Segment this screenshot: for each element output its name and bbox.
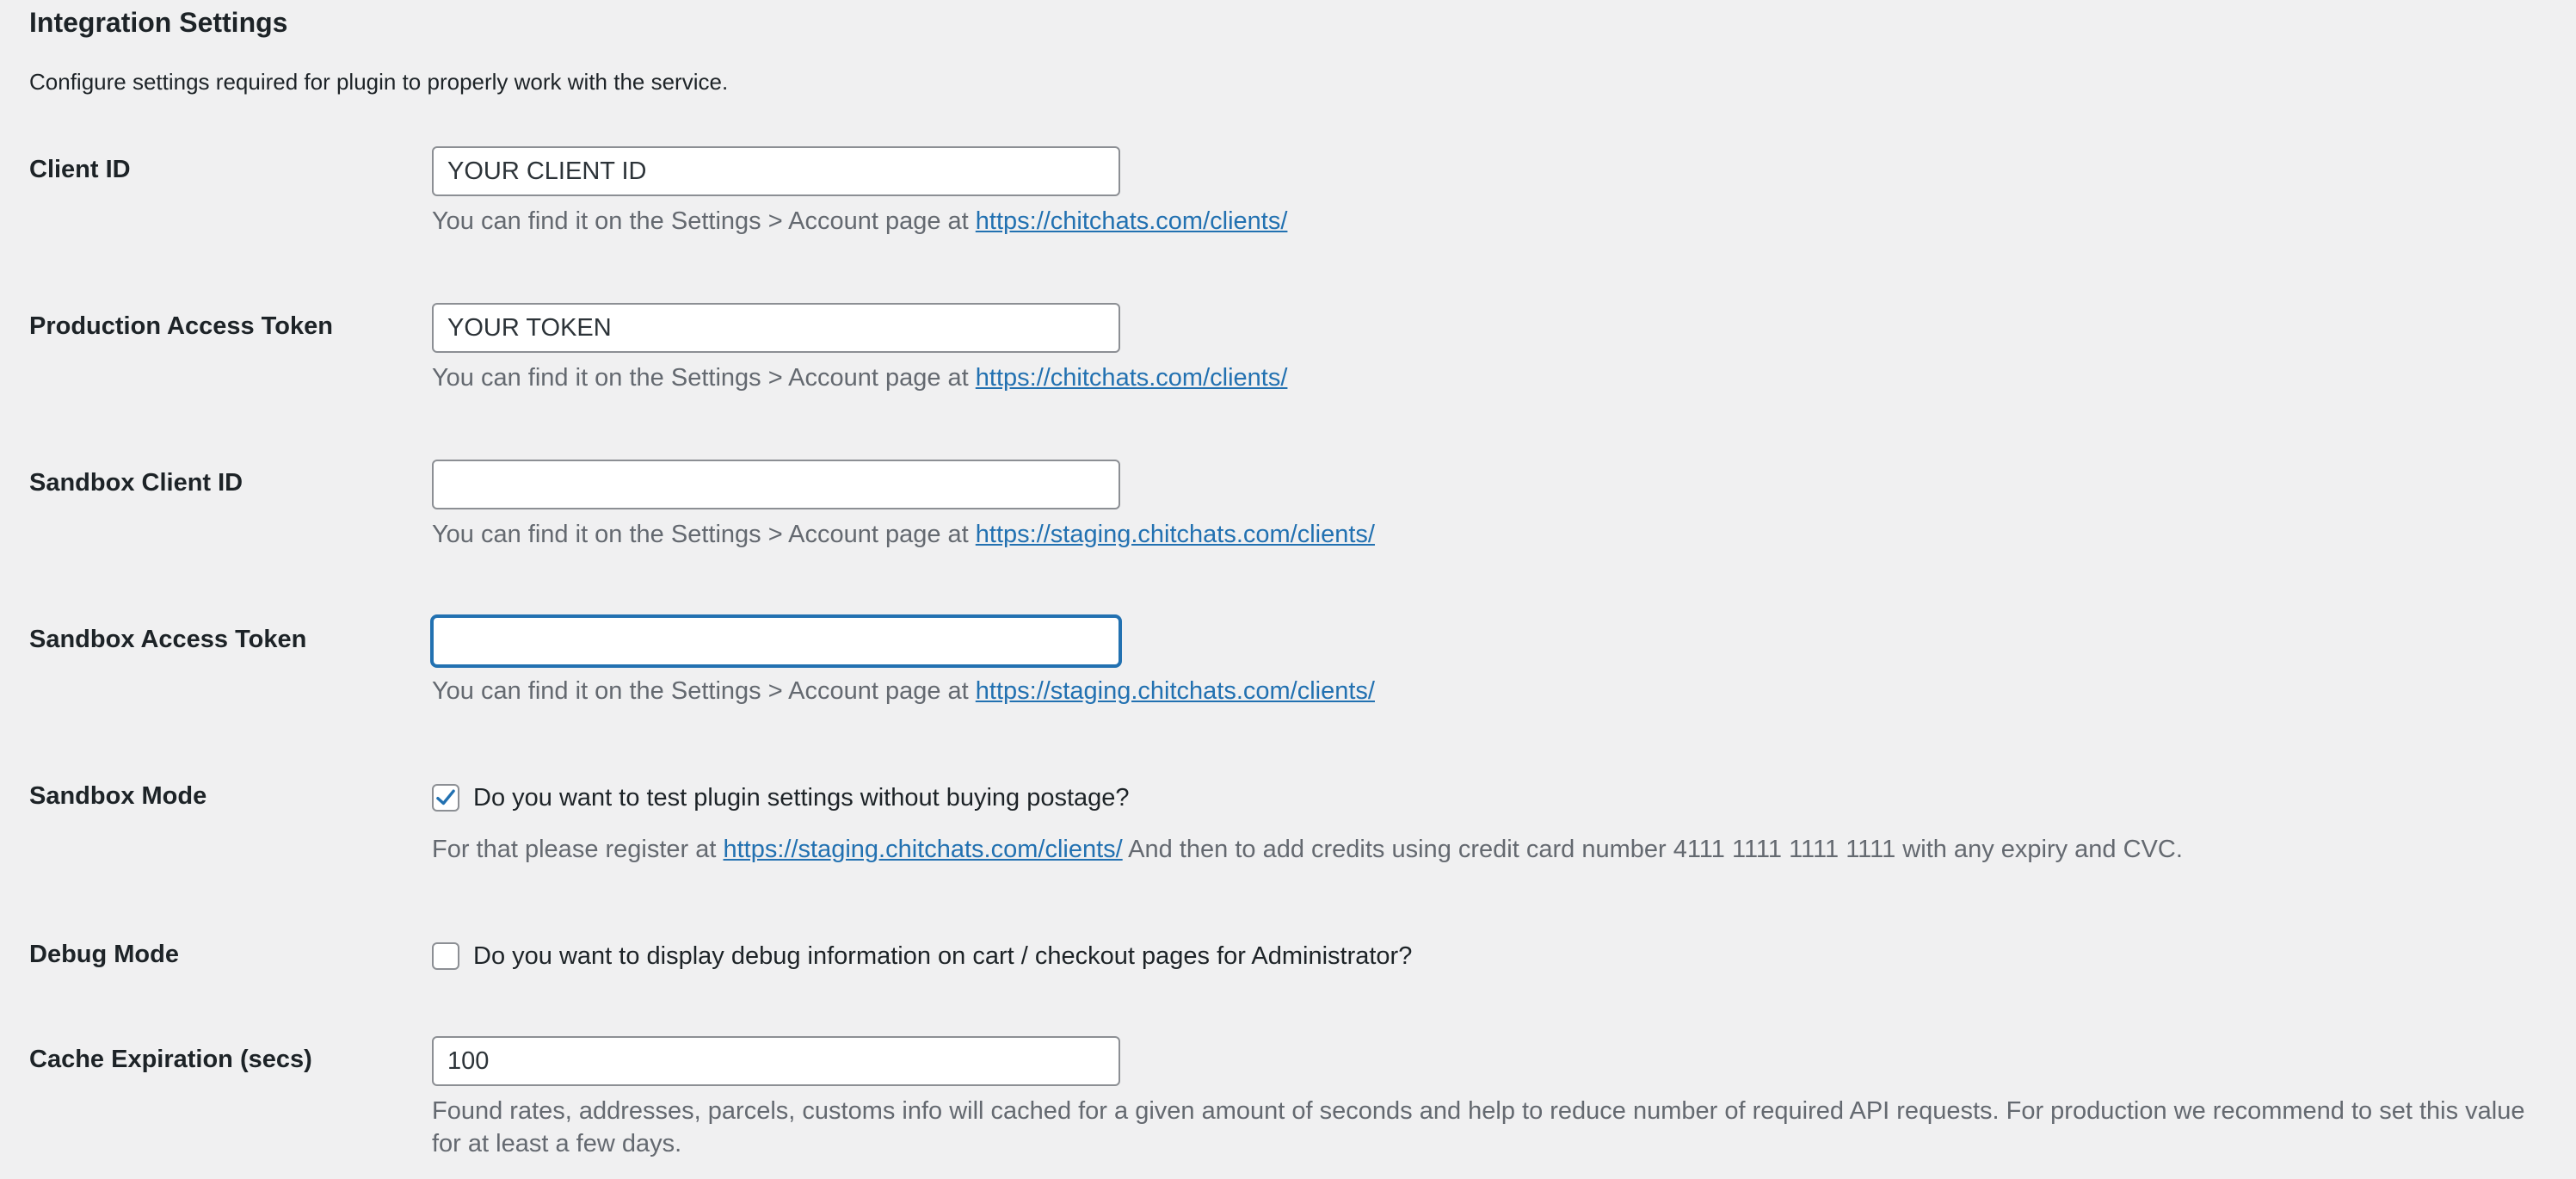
- sandbox-token-help-link[interactable]: https://staging.chitchats.com/clients/: [976, 677, 1375, 705]
- sandbox-mode-checkbox-label[interactable]: Do you want to test plugin settings with…: [473, 781, 1130, 814]
- cache-expiration-help: Found rates, addresses, parcels, customs…: [432, 1097, 2525, 1157]
- debug-mode-checkbox[interactable]: [432, 942, 459, 970]
- sandbox-token-label: Sandbox Access Token: [29, 626, 307, 653]
- sandbox-token-help-text: You can find it on the Settings > Accoun…: [432, 677, 976, 705]
- production-token-input[interactable]: [432, 303, 1120, 353]
- production-token-help: You can find it on the Settings > Accoun…: [432, 361, 1287, 394]
- client-id-help: You can find it on the Settings > Accoun…: [432, 205, 1287, 238]
- client-id-help-link[interactable]: https://chitchats.com/clients/: [976, 207, 1288, 235]
- production-token-label: Production Access Token: [29, 312, 333, 340]
- client-id-input[interactable]: [432, 146, 1120, 196]
- sandbox-client-id-input[interactable]: [432, 460, 1120, 509]
- sandbox-mode-checkbox[interactable]: [432, 784, 459, 812]
- sandbox-mode-help-link[interactable]: https://staging.chitchats.com/clients/: [724, 836, 1123, 863]
- sandbox-client-id-help: You can find it on the Settings > Accoun…: [432, 518, 1375, 551]
- sandbox-token-help: You can find it on the Settings > Accoun…: [432, 675, 1375, 707]
- debug-mode-checkbox-label[interactable]: Do you want to display debug information…: [473, 940, 1412, 972]
- checkmark-icon: [436, 789, 455, 806]
- debug-mode-checkbox-row[interactable]: Do you want to display debug information…: [432, 940, 1412, 972]
- section-description: Configure settings required for plugin t…: [29, 69, 729, 95]
- cache-expiration-label: Cache Expiration (secs): [29, 1046, 312, 1073]
- sandbox-token-input[interactable]: [432, 616, 1120, 666]
- debug-mode-label: Debug Mode: [29, 941, 179, 968]
- cache-expiration-input[interactable]: [432, 1036, 1120, 1086]
- sandbox-mode-help-suffix: And then to add credits using credit car…: [1122, 836, 2183, 863]
- sandbox-mode-checkbox-row[interactable]: Do you want to test plugin settings with…: [432, 781, 1130, 814]
- section-title: Integration Settings: [29, 7, 288, 38]
- production-token-help-text: You can find it on the Settings > Accoun…: [432, 364, 976, 392]
- sandbox-mode-label: Sandbox Mode: [29, 782, 207, 810]
- sandbox-client-id-help-link[interactable]: https://staging.chitchats.com/clients/: [976, 521, 1375, 548]
- sandbox-client-id-label: Sandbox Client ID: [29, 469, 243, 497]
- sandbox-mode-help: For that please register at https://stag…: [432, 833, 2183, 866]
- sandbox-client-id-help-text: You can find it on the Settings > Accoun…: [432, 521, 976, 548]
- integration-settings-page: Integration Settings Configure settings …: [0, 0, 2576, 1179]
- production-token-help-link[interactable]: https://chitchats.com/clients/: [976, 364, 1288, 392]
- client-id-help-text: You can find it on the Settings > Accoun…: [432, 207, 976, 235]
- client-id-label: Client ID: [29, 156, 131, 183]
- sandbox-mode-help-prefix: For that please register at: [432, 836, 724, 863]
